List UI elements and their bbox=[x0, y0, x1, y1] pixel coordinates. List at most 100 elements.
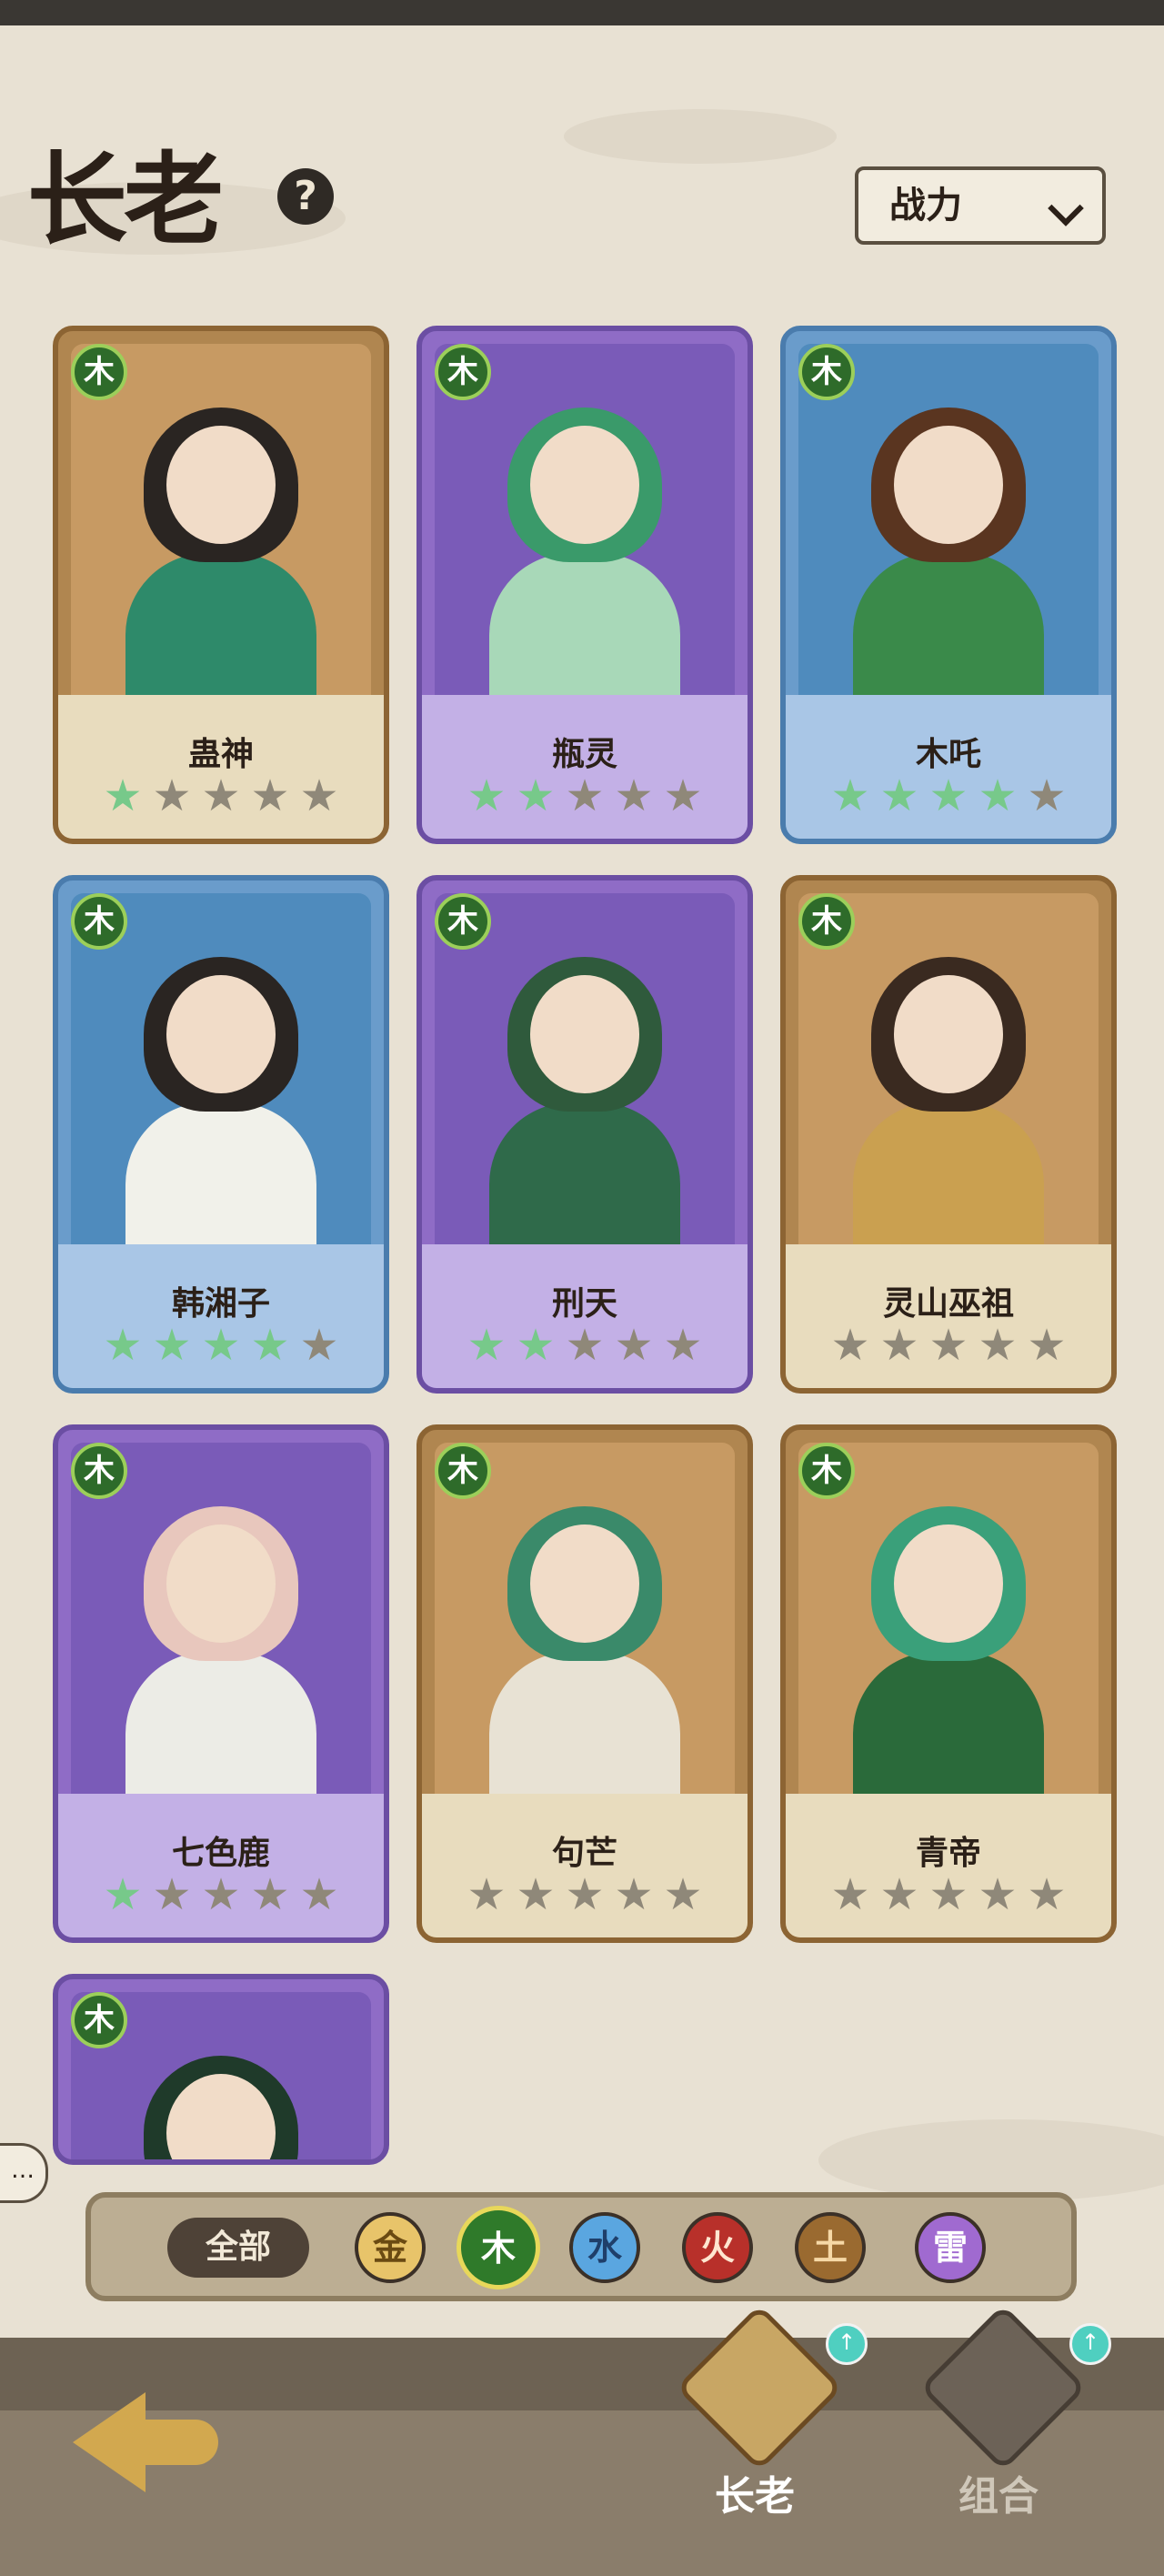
star-rating: ★ ★ ★ ★ ★ bbox=[422, 1323, 748, 1368]
star-icon: ★ bbox=[978, 1320, 1018, 1371]
card-portrait bbox=[435, 344, 735, 726]
card-portrait bbox=[435, 1443, 735, 1825]
card-name: 瓶灵 bbox=[551, 736, 617, 773]
card-portrait bbox=[71, 344, 371, 726]
filter-all-button[interactable]: 全部 bbox=[167, 2218, 309, 2278]
combo-tab-icon bbox=[919, 2304, 1087, 2471]
elder-tab-icon bbox=[676, 2304, 843, 2471]
elder-card[interactable]: 木 bbox=[53, 1974, 389, 2165]
star-icon: ★ bbox=[1027, 1320, 1067, 1371]
star-icon: ★ bbox=[614, 1869, 654, 1920]
star-rating: ★ ★ ★ ★ ★ bbox=[786, 1872, 1111, 1917]
star-icon: ★ bbox=[1027, 1869, 1067, 1920]
sort-label: 战力 bbox=[889, 185, 962, 226]
star-icon: ★ bbox=[467, 1320, 507, 1371]
elder-card[interactable]: 木刑天 ★ ★ ★ ★ ★ bbox=[416, 875, 753, 1394]
card-name: 蛊神 bbox=[187, 736, 254, 773]
wood-element-icon: 木 bbox=[71, 893, 127, 950]
star-icon: ★ bbox=[467, 1869, 507, 1920]
decor-cloud bbox=[818, 2119, 1164, 2201]
star-icon: ★ bbox=[879, 1320, 919, 1371]
star-icon: ★ bbox=[928, 1320, 968, 1371]
elder-card[interactable]: 木瓶灵 ★ ★ ★ ★ ★ bbox=[416, 326, 753, 844]
star-icon: ★ bbox=[1027, 770, 1067, 821]
star-rating: ★ ★ ★ ★ ★ bbox=[422, 1872, 748, 1917]
upgrade-arrow-icon: ↑ bbox=[1069, 2323, 1111, 2365]
star-icon: ★ bbox=[614, 770, 654, 821]
card-name: 青帝 bbox=[915, 1835, 981, 1872]
star-icon: ★ bbox=[152, 1869, 192, 1920]
star-icon: ★ bbox=[565, 770, 605, 821]
star-icon: ★ bbox=[978, 1869, 1018, 1920]
star-icon: ★ bbox=[467, 770, 507, 821]
star-icon: ★ bbox=[516, 1869, 556, 1920]
card-name: 韩湘子 bbox=[171, 1285, 270, 1323]
filter-metal-button[interactable]: 金 bbox=[355, 2212, 426, 2283]
status-bar bbox=[0, 0, 1164, 25]
star-icon: ★ bbox=[152, 770, 192, 821]
back-button[interactable] bbox=[64, 2365, 227, 2501]
tab-combo[interactable]: 组合 bbox=[917, 2304, 1087, 2520]
star-rating: ★ ★ ★ ★ ★ bbox=[786, 1323, 1111, 1368]
card-portrait bbox=[798, 1443, 1099, 1825]
chat-icon[interactable]: … bbox=[0, 2143, 48, 2203]
star-rating: ★ ★ ★ ★ ★ bbox=[58, 1872, 384, 1917]
star-icon: ★ bbox=[250, 1869, 290, 1920]
star-icon: ★ bbox=[299, 1869, 339, 1920]
question-icon[interactable]: ? bbox=[277, 168, 334, 225]
card-name: 句芒 bbox=[551, 1835, 617, 1872]
elder-card[interactable]: 木青帝 ★ ★ ★ ★ ★ bbox=[780, 1424, 1117, 1943]
wood-element-icon: 木 bbox=[798, 344, 855, 400]
elder-card[interactable]: 木蛊神 ★ ★ ★ ★ ★ bbox=[53, 326, 389, 844]
star-icon: ★ bbox=[103, 1320, 143, 1371]
star-icon: ★ bbox=[103, 770, 143, 821]
sort-dropdown[interactable]: 战力 bbox=[855, 166, 1106, 245]
star-icon: ★ bbox=[516, 770, 556, 821]
filter-fire-button[interactable]: 火 bbox=[682, 2212, 753, 2283]
star-icon: ★ bbox=[663, 1320, 703, 1371]
star-rating: ★ ★ ★ ★ ★ bbox=[58, 773, 384, 819]
elder-card[interactable]: 木木吒 ★ ★ ★ ★ ★ bbox=[780, 326, 1117, 844]
card-portrait bbox=[71, 893, 371, 1275]
element-filter-bar: 全部 金木水火土雷 bbox=[85, 2192, 1077, 2301]
star-icon: ★ bbox=[201, 1320, 241, 1371]
star-icon: ★ bbox=[565, 1320, 605, 1371]
star-icon: ★ bbox=[928, 770, 968, 821]
star-icon: ★ bbox=[978, 770, 1018, 821]
wood-element-icon: 木 bbox=[798, 1443, 855, 1499]
card-portrait bbox=[71, 1443, 371, 1825]
tab-combo-label: 组合 bbox=[958, 2473, 1039, 2520]
filter-wood-button[interactable]: 木 bbox=[457, 2206, 540, 2289]
filter-water-button[interactable]: 水 bbox=[569, 2212, 640, 2283]
chevron-down-icon bbox=[1048, 190, 1084, 226]
filter-thunder-button[interactable]: 雷 bbox=[915, 2212, 986, 2283]
back-arrow-icon bbox=[73, 2392, 146, 2492]
star-icon: ★ bbox=[103, 1869, 143, 1920]
star-icon: ★ bbox=[201, 770, 241, 821]
wood-element-icon: 木 bbox=[71, 1992, 127, 2048]
card-name: 刑天 bbox=[551, 1285, 617, 1323]
star-icon: ★ bbox=[565, 1869, 605, 1920]
wood-element-icon: 木 bbox=[798, 893, 855, 950]
card-portrait bbox=[798, 893, 1099, 1275]
star-icon: ★ bbox=[830, 1869, 870, 1920]
decor-cloud bbox=[564, 109, 837, 164]
star-icon: ★ bbox=[928, 1869, 968, 1920]
wood-element-icon: 木 bbox=[435, 1443, 491, 1499]
star-icon: ★ bbox=[299, 1320, 339, 1371]
star-rating: ★ ★ ★ ★ ★ bbox=[422, 773, 748, 819]
elder-card[interactable]: 木灵山巫祖 ★ ★ ★ ★ ★ bbox=[780, 875, 1117, 1394]
elder-card[interactable]: 木七色鹿 ★ ★ ★ ★ ★ bbox=[53, 1424, 389, 1943]
star-icon: ★ bbox=[663, 770, 703, 821]
star-icon: ★ bbox=[299, 770, 339, 821]
wood-element-icon: 木 bbox=[435, 344, 491, 400]
wood-element-icon: 木 bbox=[71, 1443, 127, 1499]
star-icon: ★ bbox=[201, 1869, 241, 1920]
elder-card[interactable]: 木句芒 ★ ★ ★ ★ ★ bbox=[416, 1424, 753, 1943]
star-icon: ★ bbox=[879, 770, 919, 821]
tab-elder[interactable]: 长老 bbox=[673, 2304, 843, 2520]
filter-earth-button[interactable]: 土 bbox=[795, 2212, 866, 2283]
star-icon: ★ bbox=[830, 770, 870, 821]
elder-card[interactable]: 木韩湘子 ★ ★ ★ ★ ★ bbox=[53, 875, 389, 1394]
star-rating: ★ ★ ★ ★ ★ bbox=[58, 1323, 384, 1368]
